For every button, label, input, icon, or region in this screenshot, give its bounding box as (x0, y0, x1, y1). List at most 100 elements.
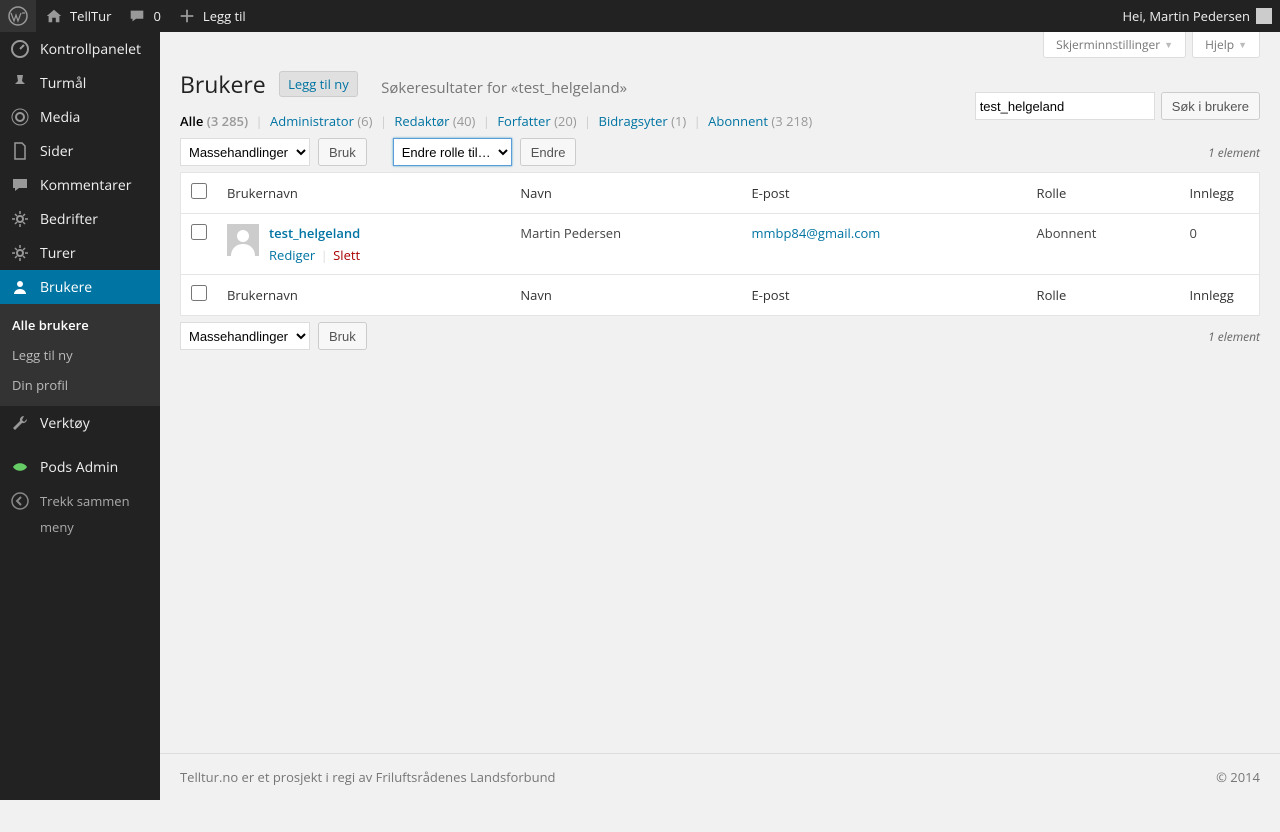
comment-icon (10, 175, 30, 195)
col-name[interactable]: Navn (510, 275, 741, 316)
collapse-label-2: meny (0, 518, 160, 546)
table-row: test_helgeland Rediger | Slett Martin Pe… (181, 214, 1260, 275)
menu-label: Brukere (40, 278, 92, 297)
content-area: Skjerminnstillinger▼ Hjelp▼ Brukere Legg… (160, 32, 1280, 800)
change-role-button[interactable]: Endre (520, 138, 577, 166)
collapse-menu[interactable]: Trekk sammen (0, 484, 160, 518)
menu-turer[interactable]: Turer (0, 236, 160, 270)
submenu-profile[interactable]: Din profil (0, 370, 160, 400)
col-role[interactable]: Rolle (1027, 275, 1180, 316)
wrench-icon (10, 413, 30, 433)
col-email[interactable]: E-post (741, 275, 1026, 316)
search-results-subtitle: Søkeresultater for «test_helgeland» (381, 78, 627, 98)
footer-left: Telltur.no er et prosjekt i regi av Fril… (180, 768, 556, 786)
avatar-icon (227, 224, 259, 256)
add-new-label: Legg til (203, 7, 246, 25)
cell-name: Martin Pedersen (510, 214, 741, 275)
avatar-icon (1256, 8, 1272, 24)
bulk-actions-select[interactable]: Massehandlinger (180, 138, 310, 166)
menu-label: Kontrollpanelet (40, 40, 141, 59)
screen-meta: Skjerminnstillinger▼ Hjelp▼ (160, 32, 1280, 58)
comment-icon (127, 6, 147, 26)
menu-label: Turmål (40, 74, 86, 93)
menu-label: Verktøy (40, 414, 90, 433)
submenu-all-users[interactable]: Alle brukere (0, 310, 160, 340)
home-icon (44, 6, 64, 26)
footer: Telltur.no er et prosjekt i regi av Fril… (160, 753, 1280, 800)
comments-count: 0 (153, 7, 160, 25)
menu-label: Turer (40, 244, 76, 263)
tablenav-bottom: Massehandlinger Bruk 1 element (180, 322, 1260, 350)
screen-options-tab[interactable]: Skjerminnstillinger▼ (1043, 32, 1186, 58)
comments-link[interactable]: 0 (119, 0, 168, 32)
page-title: Brukere (180, 68, 266, 100)
select-all-top[interactable] (191, 183, 207, 199)
cell-posts: 0 (1180, 214, 1260, 275)
page-icon (10, 141, 30, 161)
filter-contributor[interactable]: Bidragsyter (1) (599, 112, 687, 130)
add-new-button[interactable]: Legg til ny (279, 71, 358, 97)
help-tab[interactable]: Hjelp▼ (1192, 32, 1260, 58)
filter-editor[interactable]: Redaktør (40) (394, 112, 475, 130)
change-role-select[interactable]: Endre rolle til… (393, 138, 512, 166)
col-posts[interactable]: Innlegg (1180, 275, 1260, 316)
filter-all[interactable]: Alle (3 285) (180, 112, 248, 130)
edit-link[interactable]: Rediger (269, 246, 315, 264)
menu-pages[interactable]: Sider (0, 134, 160, 168)
menu-users[interactable]: Brukere (0, 270, 160, 304)
username-link[interactable]: test_helgeland (269, 224, 360, 242)
items-count: 1 element (1208, 144, 1260, 161)
col-posts[interactable]: Innlegg (1180, 173, 1260, 214)
delete-link[interactable]: Slett (333, 246, 360, 264)
wp-logo[interactable] (0, 0, 36, 32)
submenu-add-user[interactable]: Legg til ny (0, 340, 160, 370)
menu-tools[interactable]: Verktøy (0, 406, 160, 440)
menu-dashboard[interactable]: Kontrollpanelet (0, 32, 160, 66)
greeting-text: Hei, Martin Pedersen (1122, 7, 1250, 25)
email-link[interactable]: mmbp84@gmail.com (751, 224, 880, 242)
menu-label: Media (40, 108, 80, 127)
row-actions: Rediger | Slett (269, 246, 360, 264)
bulk-apply-button[interactable]: Bruk (318, 138, 367, 166)
pin-icon (10, 73, 30, 93)
add-new-link[interactable]: Legg til (169, 0, 254, 32)
menu-label: Pods Admin (40, 458, 118, 477)
search-input[interactable] (975, 92, 1155, 120)
tablenav-top: Massehandlinger Bruk Endre rolle til… En… (180, 138, 1260, 166)
users-submenu: Alle brukere Legg til ny Din profil (0, 304, 160, 406)
filter-author[interactable]: Forfatter (20) (497, 112, 576, 130)
col-email[interactable]: E-post (741, 173, 1026, 214)
menu-comments[interactable]: Kommentarer (0, 168, 160, 202)
menu-media[interactable]: Media (0, 100, 160, 134)
col-role[interactable]: Rolle (1027, 173, 1180, 214)
select-all-bottom[interactable] (191, 285, 207, 301)
user-greeting[interactable]: Hei, Martin Pedersen (1114, 0, 1280, 32)
search-box: Søk i brukere (975, 92, 1260, 120)
users-table: Brukernavn Navn E-post Rolle Innlegg tes… (180, 172, 1260, 316)
chevron-down-icon: ▼ (1164, 38, 1173, 51)
cell-role: Abonnent (1027, 214, 1180, 275)
search-button[interactable]: Søk i brukere (1161, 92, 1260, 120)
bulk-actions-select-bottom[interactable]: Massehandlinger (180, 322, 310, 350)
menu-pods[interactable]: Pods Admin (0, 450, 160, 484)
items-count-bottom: 1 element (1208, 328, 1260, 345)
plus-icon (177, 6, 197, 26)
col-name[interactable]: Navn (510, 173, 741, 214)
dashboard-icon (10, 39, 30, 59)
chevron-down-icon: ▼ (1238, 38, 1247, 51)
media-icon (10, 107, 30, 127)
col-username[interactable]: Brukernavn (217, 173, 510, 214)
filter-admin[interactable]: Administrator (6) (270, 112, 372, 130)
bulk-apply-button-bottom[interactable]: Bruk (318, 322, 367, 350)
row-checkbox[interactable] (191, 224, 207, 240)
site-link[interactable]: TellTur (36, 0, 119, 32)
filter-subscriber[interactable]: Abonnent (3 218) (708, 112, 812, 130)
menu-bedrifter[interactable]: Bedrifter (0, 202, 160, 236)
gear-icon (10, 209, 30, 229)
footer-right: © 2014 (1216, 768, 1260, 786)
pods-icon (10, 457, 30, 477)
menu-turmal[interactable]: Turmål (0, 66, 160, 100)
collapse-label: Trekk sammen (40, 492, 130, 510)
col-username[interactable]: Brukernavn (217, 275, 510, 316)
wordpress-icon (8, 6, 28, 26)
